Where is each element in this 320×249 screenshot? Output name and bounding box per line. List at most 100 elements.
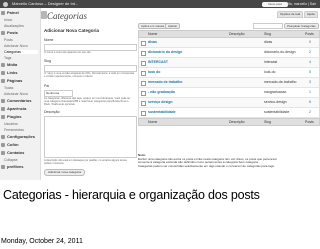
category-name-link[interactable]: look do: [148, 68, 160, 77]
sidebar-item[interactable]: Cufón: [1, 142, 19, 147]
category-post-count-link[interactable]: 6: [309, 98, 311, 107]
screen-options-tab[interactable]: Opções de tela: [277, 11, 304, 18]
sidebar-item-label: Usuários: [4, 122, 18, 126]
search-categories-button[interactable]: Pesquisar Categorias: [284, 23, 319, 29]
header-slug[interactable]: Slug: [264, 31, 271, 37]
category-name-link[interactable]: sustentabilidade: [148, 108, 176, 117]
row-checkbox[interactable]: [141, 111, 146, 116]
user-greeting[interactable]: Olá, marcello | Sair: [286, 0, 316, 8]
sidebar-item[interactable]: Links: [1, 70, 17, 75]
sidebar-item[interactable]: Páginas: [1, 78, 22, 83]
category-post-count-link[interactable]: 1: [309, 88, 311, 97]
bulk-actions-select[interactable]: Ações em massa: [138, 23, 168, 29]
menu-icon: [1, 114, 5, 119]
category-post-count-link[interactable]: 3: [309, 78, 311, 87]
table-row[interactable]: divas divas 0: [138, 38, 320, 48]
sidebar-item[interactable]: Comentários: [1, 98, 31, 103]
row-checkbox[interactable]: [141, 81, 146, 86]
sidebar-item[interactable]: Adicionar Nova: [4, 92, 28, 96]
sidebar-item[interactable]: Ferramentas: [4, 128, 24, 132]
form-heading: Adicionar Nova Categoria: [44, 28, 100, 33]
search-input[interactable]: [253, 23, 283, 29]
sidebar-item[interactable]: Atualizações: [4, 24, 24, 28]
header-description[interactable]: Descrição: [229, 31, 245, 37]
site-name-link[interactable]: Marcello Cardoso – Designer de Int...: [12, 0, 78, 8]
sidebar-item[interactable]: preflives: [1, 164, 23, 169]
category-slug: naograduacao: [264, 90, 287, 94]
category-name-link[interactable]: mercado de trabalho: [148, 78, 182, 87]
row-checkbox[interactable]: [141, 41, 146, 46]
sidebar-item[interactable]: Plugins: [1, 114, 21, 119]
table-row[interactable]: look do look-do 5: [138, 68, 320, 78]
table-row[interactable]: sustentabilidade sustentabilidade 2: [138, 108, 320, 118]
post-date: Monday, October 24, 2011: [1, 238, 83, 245]
sidebar-item[interactable]: Usuários: [4, 122, 18, 126]
footer-posts[interactable]: Posts: [305, 119, 314, 125]
footer-description[interactable]: Descrição: [229, 119, 245, 125]
category-post-count-link[interactable]: 4: [309, 58, 311, 67]
sidebar-item-label: Atualizações: [4, 24, 24, 28]
footer-name[interactable]: Nome: [148, 119, 157, 125]
sidebar-item[interactable]: Todas: [4, 86, 13, 90]
sidebar-item[interactable]: Mídia: [1, 62, 17, 67]
sidebar-item[interactable]: Collapse: [4, 158, 18, 162]
quick-action-button[interactable]: Novo post: [262, 1, 288, 7]
apply-button[interactable]: Aplicar: [165, 23, 181, 29]
category-slug: servico-design: [264, 100, 287, 104]
menu-icon: [1, 30, 5, 35]
header-name[interactable]: Nome: [148, 31, 157, 37]
category-name-link[interactable]: INTERCAST: [148, 58, 168, 67]
sidebar-item-label: Cufón: [7, 142, 19, 147]
admin-sidebar: Painel Início Atualizações Posts Posts Adicio…: [0, 8, 41, 180]
description-textarea[interactable]: [44, 116, 137, 158]
sidebar-item[interactable]: Aparência: [1, 106, 26, 111]
sidebar-item-label: Adicionar Nova: [4, 92, 28, 96]
sidebar-item[interactable]: Posts: [4, 38, 13, 42]
category-slug: dicionario-do-design: [264, 50, 296, 54]
row-checkbox[interactable]: [141, 71, 146, 76]
category-name-link[interactable]: divas: [148, 38, 157, 47]
name-field[interactable]: [44, 44, 137, 51]
sidebar-item[interactable]: Início: [4, 18, 12, 22]
table-row[interactable]: serviço design servico-design 6: [138, 98, 320, 108]
table-row[interactable]: mercado de trabalho mercado-de-trabalho 3: [138, 78, 320, 88]
row-checkbox[interactable]: [141, 51, 146, 56]
category-post-count-link[interactable]: 5: [309, 68, 311, 77]
row-checkbox[interactable]: [141, 61, 146, 66]
row-checkbox[interactable]: [141, 101, 146, 106]
category-name-link[interactable]: serviço design: [148, 98, 173, 107]
table-row[interactable]: dicionário do design dicionario-do-design…: [138, 48, 320, 58]
sidebar-item-label: Comentários: [7, 98, 32, 103]
sidebar-item-label: Collapse: [4, 158, 18, 162]
category-slug: look-do: [264, 70, 276, 74]
category-name-link[interactable]: dicionário do design: [148, 48, 182, 57]
footer-slug[interactable]: Slug: [264, 119, 271, 125]
add-category-button[interactable]: Adicionar nova categoria: [44, 169, 86, 176]
table-header: Nome Descrição Slug Posts: [138, 30, 320, 38]
sidebar-item[interactable]: Categorias: [4, 50, 38, 54]
category-post-count-link[interactable]: 2: [309, 48, 311, 57]
sidebar-item[interactable]: Configurações: [1, 134, 35, 139]
sidebar-item-label: Contatos: [7, 150, 25, 155]
slug-field[interactable]: [44, 65, 137, 72]
wordpress-logo-icon[interactable]: [3, 1, 8, 7]
sidebar-item[interactable]: Contatos: [1, 150, 24, 155]
help-tab[interactable]: Ajuda: [304, 11, 318, 18]
category-name-link[interactable]: - não graduação: [148, 88, 175, 97]
header-posts[interactable]: Posts: [305, 31, 314, 37]
sidebar-item[interactable]: Adicionar Novo: [4, 44, 28, 48]
table-row[interactable]: INTERCAST intercast 4: [138, 58, 320, 68]
page-title: Categorias: [47, 11, 88, 21]
sidebar-item[interactable]: Tags: [4, 56, 11, 60]
category-post-count-link[interactable]: 2: [309, 108, 311, 117]
row-checkbox[interactable]: [141, 91, 146, 96]
sidebar-item-label: Ferramentas: [4, 128, 24, 132]
table-row[interactable]: - não graduação naograduacao 1: [138, 88, 320, 98]
menu-icon: [1, 150, 5, 155]
sidebar-item-label: Plugins: [7, 114, 22, 119]
parent-label: Pai: [44, 84, 50, 88]
parent-select[interactable]: Nenhuma: [44, 90, 73, 97]
category-post-count-link[interactable]: 0: [309, 38, 311, 47]
sidebar-item[interactable]: Painel: [1, 10, 19, 15]
sidebar-item[interactable]: Posts: [1, 30, 18, 35]
